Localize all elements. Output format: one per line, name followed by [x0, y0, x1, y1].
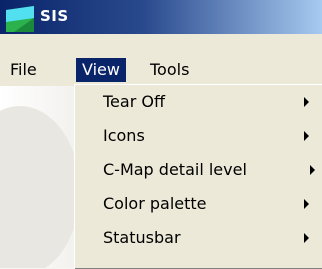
menu-file[interactable]: File: [4, 58, 43, 82]
submenu-arrow-icon: [304, 233, 309, 243]
title-bar: SIS: [0, 0, 322, 34]
menu-item-label: Tear Off: [103, 92, 165, 111]
menu-tools-label: Tools: [150, 60, 190, 79]
menu-item-label: C-Map detail level: [103, 160, 247, 179]
sis-app-icon: [6, 6, 34, 32]
client-area: [0, 86, 76, 268]
menu-item-color-palette[interactable]: Color palette: [75, 187, 321, 221]
submenu-arrow-icon: [304, 199, 309, 209]
menu-item-label: Statusbar: [103, 228, 181, 247]
menu-file-label: File: [10, 60, 37, 79]
menu-item-tear-off[interactable]: Tear Off: [75, 85, 321, 119]
window-title: SIS: [40, 7, 69, 25]
submenu-arrow-icon: [304, 131, 309, 141]
menu-view-label: View: [82, 60, 120, 79]
menu-tools[interactable]: Tools: [144, 58, 195, 82]
submenu-arrow-icon: [310, 165, 315, 175]
menu-item-icons[interactable]: Icons: [75, 119, 321, 153]
view-dropdown-menu: Tear Off Icons C-Map detail level Color …: [74, 84, 322, 269]
menu-item-label: Color palette: [103, 194, 207, 213]
menu-item-label: Icons: [103, 126, 145, 145]
menu-item-statusbar[interactable]: Statusbar: [75, 221, 321, 255]
submenu-arrow-icon: [304, 97, 309, 107]
menu-bar: File View Tools: [0, 34, 322, 86]
menu-item-cmap-detail-level[interactable]: C-Map detail level: [75, 153, 321, 187]
menu-view[interactable]: View: [76, 58, 126, 82]
map-background-shape: [0, 106, 76, 268]
